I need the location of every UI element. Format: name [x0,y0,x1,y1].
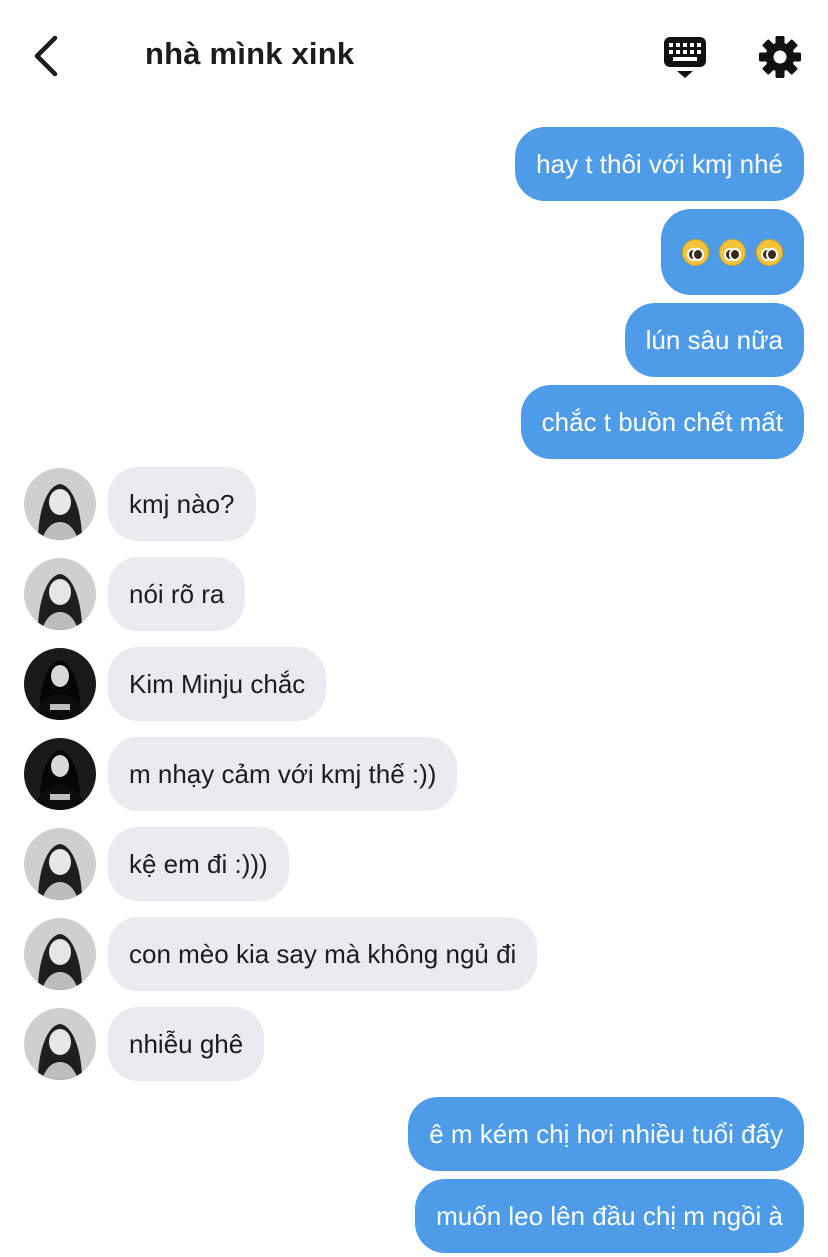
keyboard-button[interactable] [658,33,712,81]
message-bubble-incoming[interactable]: Kim Minju chắc [108,647,327,721]
message-row: nhiễu ghê [0,1007,828,1081]
avatar[interactable] [24,468,96,540]
message-bubble-outgoing[interactable] [661,209,804,295]
message-bubble-incoming[interactable]: con mèo kia say mà không ngủ đi [108,917,538,991]
message-row: con mèo kia say mà không ngủ đi [0,917,828,991]
chat-title: nhà mìnk xink [145,36,355,71]
portrait-girl-light-avatar-icon [24,1008,96,1080]
pleading-face-emoji-icon [682,238,709,266]
message-row: muốn leo lên đầu chị m ngồi à [0,1179,828,1253]
message-row: nói rõ ra [0,557,828,631]
portrait-girl-dark-avatar-icon [24,648,96,720]
message-row: m nhạy cảm với kmj thế :)) [0,737,828,811]
message-bubble-outgoing[interactable]: ê m kém chị hơi nhiều tuổi đấy [408,1097,804,1171]
message-row: kệ em đi :))) [0,827,828,901]
portrait-girl-light-avatar-icon [24,558,96,630]
message-row [0,209,828,295]
chevron-left-icon [34,35,58,77]
message-bubble-outgoing[interactable]: lún sâu nữa [624,303,804,377]
avatar[interactable] [24,648,96,720]
message-row: hay t thôi với kmj nhé [0,127,828,201]
message-bubble-incoming[interactable]: nói rõ ra [108,557,246,631]
message-row: lún sâu nữa [0,303,828,377]
avatar[interactable] [24,828,96,900]
emoji-group [682,209,783,295]
avatar[interactable] [24,738,96,810]
portrait-girl-light-avatar-icon [24,918,96,990]
message-bubble-incoming[interactable]: kệ em đi :))) [108,827,289,901]
avatar[interactable] [24,558,96,630]
portrait-girl-light-avatar-icon [24,468,96,540]
back-button[interactable] [24,30,68,82]
gear-icon [759,36,801,78]
portrait-girl-light-avatar-icon [24,828,96,900]
avatar[interactable] [24,918,96,990]
message-row: ê m kém chị hơi nhiều tuổi đấy [0,1097,828,1171]
message-row: Kim Minju chắc [0,647,828,721]
message-bubble-outgoing[interactable]: muốn leo lên đầu chị m ngồi à [415,1179,804,1253]
message-bubble-outgoing[interactable]: hay t thôi với kmj nhé [515,127,804,201]
message-row: chắc t buồn chết mất [0,385,828,459]
portrait-girl-dark-avatar-icon [24,738,96,810]
message-bubble-incoming[interactable]: kmj nào? [108,467,256,541]
pleading-face-emoji-icon [719,238,746,266]
keyboard-icon [664,37,706,78]
pleading-face-emoji-icon [756,238,783,266]
chat-header: nhà mìnk xink [0,0,828,112]
message-bubble-outgoing[interactable]: chắc t buồn chết mất [520,385,804,459]
message-bubble-incoming[interactable]: m nhạy cảm với kmj thế :)) [108,737,458,811]
message-bubble-incoming[interactable]: nhiễu ghê [108,1007,265,1081]
message-row: kmj nào? [0,467,828,541]
avatar[interactable] [24,1008,96,1080]
settings-button[interactable] [756,33,804,81]
